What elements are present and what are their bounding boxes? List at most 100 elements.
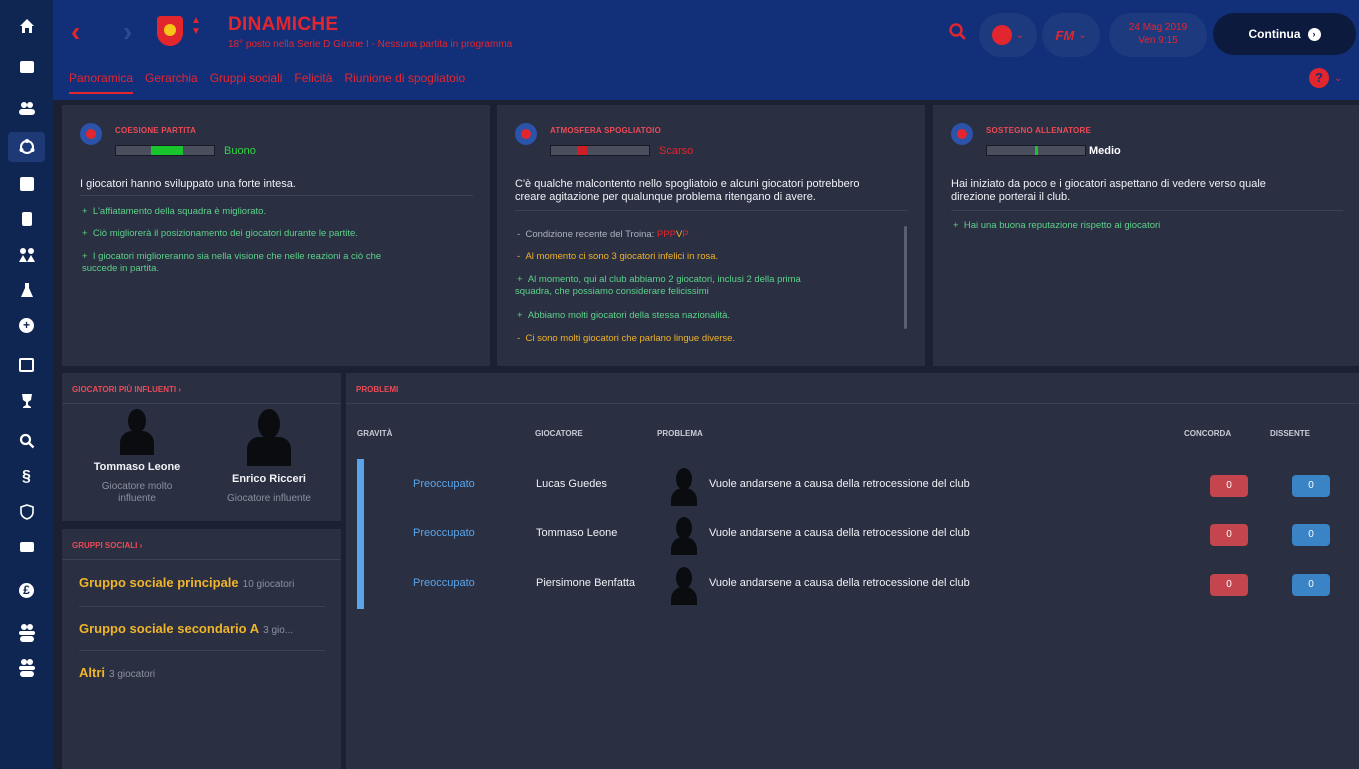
staff-icon[interactable] [8, 532, 45, 562]
transfers-icon[interactable]: £ [8, 575, 45, 605]
disagree-count-button[interactable]: 0 [1292, 524, 1330, 546]
column-header-player[interactable]: GIOCATORE [535, 429, 583, 438]
influential-player-name[interactable]: Tommaso Leone [77, 461, 197, 473]
world-menu-button[interactable]: ⌄ [979, 13, 1037, 57]
agree-count-button[interactable]: 0 [1210, 475, 1248, 497]
team-switcher-chevrons-icon[interactable]: ▲ ▼ [191, 15, 201, 37]
home-icon[interactable] [8, 11, 45, 41]
arrow-right-icon: › [1307, 27, 1321, 41]
fm-logo: FM [1055, 27, 1075, 43]
fm-menu-button[interactable]: FM ⌄ [1042, 13, 1100, 57]
divider [79, 606, 325, 607]
social-group-row[interactable]: Gruppo sociale secondario A3 gio... [79, 621, 293, 636]
table-row[interactable]: Preoccupato Tommaso Leone Vuole andarsen… [346, 513, 1359, 557]
atmosphere-scrollbar[interactable] [904, 226, 907, 329]
social-group-row[interactable]: Altri 3 giocatori [79, 665, 155, 680]
u20-icon[interactable] [8, 618, 45, 648]
avatar-head [676, 517, 692, 539]
u19-icon[interactable] [8, 653, 45, 683]
header-search-icon[interactable] [948, 22, 970, 44]
page-subtitle: 18° posto nella Serie D Girone I - Nessu… [228, 39, 513, 50]
medical-icon[interactable] [8, 275, 45, 305]
player-avatar[interactable] [666, 567, 702, 605]
influential-players-link[interactable]: GIOCATORI PIÙ INFLUENTI › [72, 385, 181, 394]
problem-severity: Preoccupato [413, 478, 475, 490]
game-date-time: Ven 9:15 [1138, 35, 1178, 46]
player-avatar[interactable] [117, 409, 157, 455]
app-root: + § £ ‹ › ▲ ▼ DINAMICHE 18° posto nella S… [0, 0, 1359, 769]
social-groups-link[interactable]: GRUPPI SOCIALI › [72, 541, 142, 550]
tab-felicita[interactable]: Felicità [294, 71, 332, 94]
avatar-body [671, 537, 697, 555]
influential-player-name[interactable]: Enrico Ricceri [207, 473, 331, 485]
club-vision-icon[interactable] [8, 497, 45, 527]
coach-support-title: SOSTEGNO ALLENATORE [986, 126, 1091, 135]
coach-support-meter-fill [1035, 146, 1038, 155]
divider [80, 195, 473, 196]
divider [515, 210, 908, 211]
atmosphere-icon [515, 123, 537, 145]
problem-description: Vuole andarsene a causa della retrocessi… [709, 577, 970, 589]
schedule-icon[interactable] [8, 350, 45, 380]
top-header: ‹ › ▲ ▼ DINAMICHE 18° posto nella Serie D… [53, 0, 1359, 100]
problem-player[interactable]: Piersimone Benfatta [536, 577, 635, 589]
social-group-row[interactable]: Gruppo sociale principale 10 giocatori [79, 575, 294, 590]
game-date[interactable]: 24 Mag 2019 Ven 9:15 [1109, 13, 1207, 57]
form-losses: PPP [656, 229, 676, 240]
tab-gruppi-sociali[interactable]: Gruppi sociali [210, 71, 283, 94]
problem-severity: Preoccupato [413, 577, 475, 589]
globe-icon [991, 25, 1012, 45]
training-icon[interactable] [8, 240, 45, 270]
tab-riunione-spogliatoio[interactable]: Riunione di spogliatoio [344, 71, 465, 94]
back-button[interactable]: ‹ [71, 18, 80, 46]
dynamics-icon[interactable] [8, 132, 45, 162]
coach-support-description: Hai iniziato da poco e i giocatori aspet… [951, 178, 1266, 204]
data-icon[interactable] [8, 204, 45, 234]
chevron-down-icon: ⌄ [1334, 72, 1343, 84]
table-row[interactable]: Preoccupato Piersimone Benfatta Vuole an… [346, 563, 1359, 607]
help-button[interactable]: ? ⌄ [1309, 68, 1342, 88]
forward-button[interactable]: › [123, 18, 132, 46]
cohesion-bullet-continued: succede in partita. [82, 263, 160, 274]
cohesion-title: COESIONE PARTITA [115, 126, 197, 135]
atmosphere-meter [550, 145, 650, 156]
divider [62, 403, 341, 404]
agree-count-button[interactable]: 0 [1210, 524, 1248, 546]
social-group-name: Gruppo sociale secondario A [79, 621, 260, 636]
agree-count-button[interactable]: 0 [1210, 574, 1248, 596]
chevron-down-icon: ⌄ [1078, 29, 1087, 41]
problem-player[interactable]: Tommaso Leone [536, 527, 617, 539]
atmosphere-description-line: C'è qualche malcontento nello spogliatoi… [515, 178, 860, 190]
scouting-icon[interactable]: + [8, 310, 45, 340]
disagree-count-button[interactable]: 0 [1292, 475, 1330, 497]
inbox-icon[interactable] [8, 52, 45, 82]
question-icon: ? [1309, 68, 1329, 88]
column-header-problem[interactable]: PROBLEMA [657, 429, 703, 438]
column-header-agree[interactable]: CONCORDA [1184, 429, 1231, 438]
finances-icon[interactable]: § [8, 462, 45, 492]
tactics-icon[interactable] [8, 169, 45, 199]
coach-support-meter [986, 145, 1086, 156]
player-avatar[interactable] [666, 468, 702, 506]
table-row[interactable]: Preoccupato Lucas Guedes Vuole andarsene… [346, 464, 1359, 508]
column-header-disagree[interactable]: DISSENTE [1270, 429, 1310, 438]
player-avatar[interactable] [666, 517, 702, 555]
coach-support-rating: Medio [1089, 145, 1121, 157]
club-crest-icon[interactable] [157, 16, 183, 46]
squad-icon[interactable] [8, 93, 45, 123]
problem-severity: Preoccupato [413, 527, 475, 539]
continue-button[interactable]: Continua › [1213, 13, 1356, 55]
problem-player[interactable]: Lucas Guedes [536, 478, 607, 490]
search-icon[interactable] [8, 426, 45, 456]
social-groups-panel: GRUPPI SOCIALI › Gruppo sociale principa… [62, 529, 341, 769]
disagree-count-button[interactable]: 0 [1292, 574, 1330, 596]
atmosphere-bullet: + Al momento, qui al club abbiamo 2 gioc… [517, 274, 801, 285]
tab-panoramica[interactable]: Panoramica [69, 71, 134, 94]
avatar-body [247, 437, 291, 466]
tab-gerarchia[interactable]: Gerarchia [145, 71, 198, 94]
column-header-severity[interactable]: GRAVITÀ [357, 429, 392, 438]
form-last: P [682, 229, 689, 240]
atmosphere-description: C'è qualche malcontento nello spogliatoi… [515, 178, 860, 204]
competitions-icon[interactable] [8, 386, 45, 416]
player-avatar[interactable] [244, 409, 294, 466]
